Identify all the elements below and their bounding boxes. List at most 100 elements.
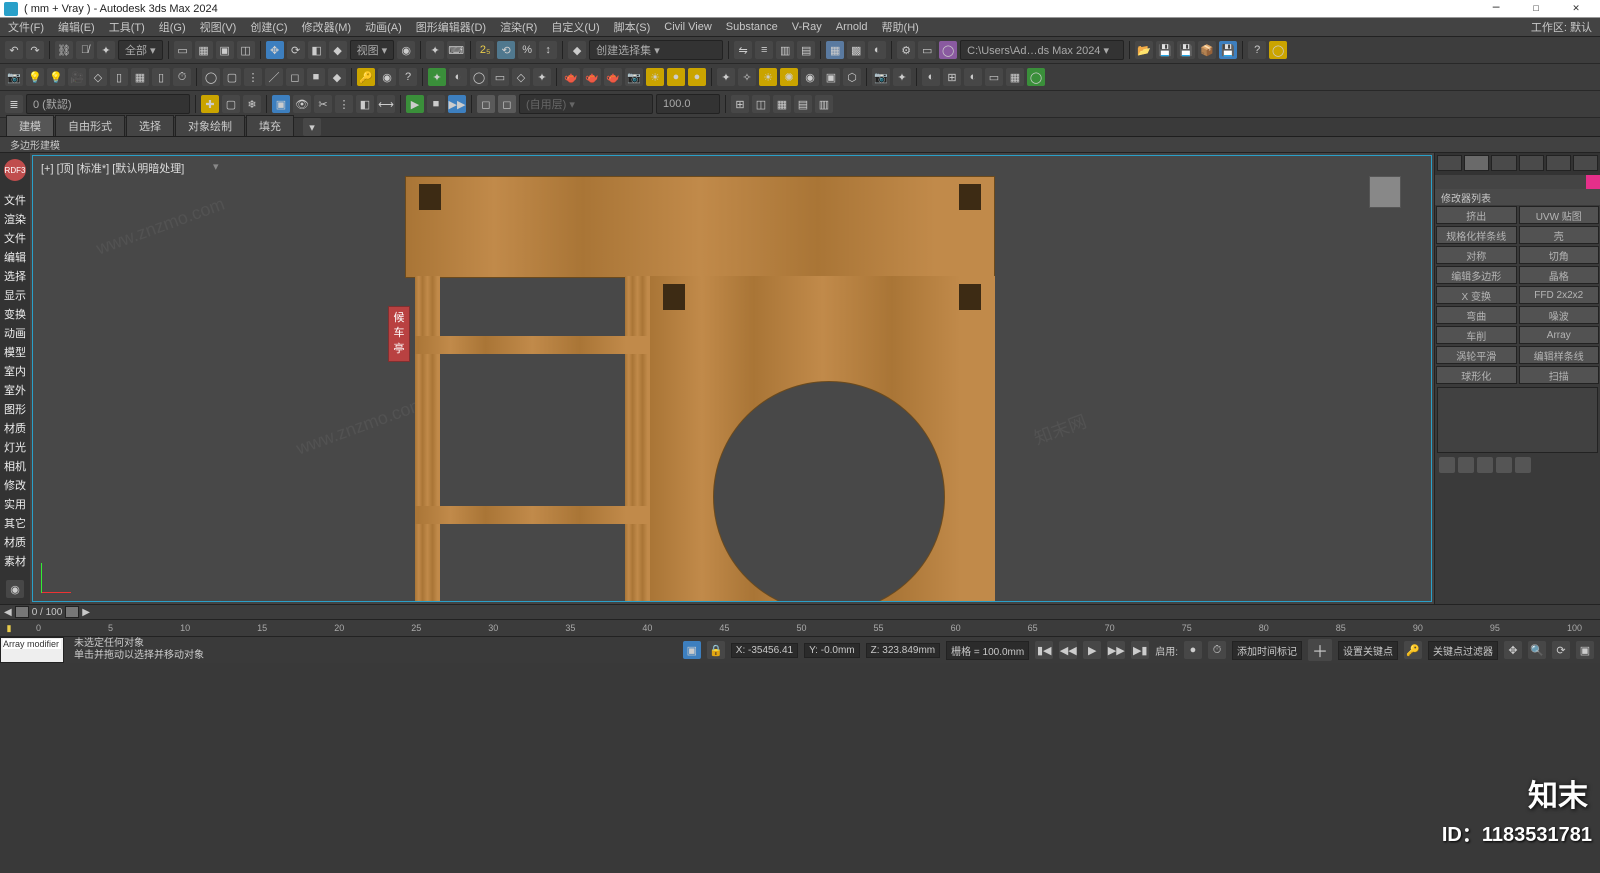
camera-control-icon[interactable]: 🎥 bbox=[68, 68, 86, 86]
cp-tab-display[interactable] bbox=[1546, 155, 1571, 171]
vertex-icon[interactable]: ⋮ bbox=[244, 68, 262, 86]
ref-coord-combo[interactable]: 视图 ▾ bbox=[350, 40, 395, 60]
lt-model[interactable]: 模型 bbox=[4, 344, 26, 360]
ribbon-subtab[interactable]: 多边形建模 bbox=[0, 137, 1600, 153]
lock-selection-button[interactable]: 🔒 bbox=[707, 641, 725, 659]
layer-freeze-button[interactable]: ❄ bbox=[243, 95, 261, 113]
rp-btn-1-0[interactable]: 规格化样条线 bbox=[1436, 226, 1517, 244]
nav-orbit-button[interactable]: ⟳ bbox=[1552, 641, 1570, 659]
curve-editor-button[interactable]: ▦ bbox=[826, 41, 844, 59]
object-color-swatch[interactable] bbox=[1586, 175, 1600, 189]
show-end-result-button[interactable]: ◯ bbox=[202, 68, 220, 86]
render-button[interactable]: ◯ bbox=[939, 41, 957, 59]
prev-key-icon[interactable]: ◀ bbox=[4, 607, 12, 618]
ribbon-expand-button[interactable]: ▾ bbox=[303, 118, 321, 136]
rp-btn-6-0[interactable]: 车削 bbox=[1436, 326, 1517, 344]
mesh-light-icon[interactable]: ◇ bbox=[512, 68, 530, 86]
lt-file[interactable]: 文件 bbox=[4, 192, 26, 208]
close-button[interactable]: ✕ bbox=[1556, 1, 1596, 17]
toggle-ribbon-button[interactable]: ▤ bbox=[797, 41, 815, 59]
lt-shape[interactable]: 图形 bbox=[4, 401, 26, 417]
new-layer-button[interactable]: ✚ bbox=[201, 95, 219, 113]
grid-icon[interactable]: ▦ bbox=[131, 68, 149, 86]
pin-stack-button[interactable] bbox=[1439, 457, 1455, 473]
select-name-button[interactable]: ▦ bbox=[195, 41, 213, 59]
goto-start-button[interactable]: ▮◀ bbox=[1035, 641, 1053, 659]
keyshot-button[interactable]: ⌨ bbox=[447, 41, 465, 59]
timeline-ruler[interactable]: ▮ 0 5 10 15 20 25 30 35 40 45 50 55 60 6… bbox=[0, 619, 1600, 636]
rp-btn-5-1[interactable]: 噪波 bbox=[1519, 306, 1600, 324]
cp-tab-modify[interactable] bbox=[1464, 155, 1489, 171]
vray-env-icon[interactable]: ● bbox=[688, 68, 706, 86]
rp-btn-7-1[interactable]: 编辑样条线 bbox=[1519, 346, 1600, 364]
menu-modifiers[interactable]: 修改器(M) bbox=[302, 19, 352, 35]
extra4-button[interactable]: ▤ bbox=[794, 95, 812, 113]
rp-btn-6-1[interactable]: Array bbox=[1519, 326, 1600, 344]
unhide-button[interactable]: 👁 bbox=[293, 95, 311, 113]
rp-btn-3-0[interactable]: 编辑多边形 bbox=[1436, 266, 1517, 284]
model-desk[interactable] bbox=[405, 176, 995, 602]
help-icon[interactable]: ? bbox=[399, 68, 417, 86]
coord-z[interactable]: Z: 323.849mm bbox=[866, 643, 940, 658]
archive-button[interactable]: 📦 bbox=[1198, 41, 1216, 59]
next-frame-button2[interactable]: ▶▶ bbox=[1107, 641, 1125, 659]
helpers-icon[interactable]: ◇ bbox=[89, 68, 107, 86]
layer-explorer-button[interactable]: ▥ bbox=[776, 41, 794, 59]
select-object-button[interactable]: ▭ bbox=[174, 41, 192, 59]
teapot-normal-icon[interactable]: 🫖 bbox=[562, 68, 580, 86]
viewcube[interactable] bbox=[1369, 176, 1401, 208]
rp-btn-5-0[interactable]: 弯曲 bbox=[1436, 306, 1517, 324]
menu-customize[interactable]: 自定义(U) bbox=[551, 19, 599, 35]
named-selection-combo[interactable]: 创建选择集 ▾ bbox=[589, 40, 723, 60]
nav-pan-button[interactable]: ✥ bbox=[1504, 641, 1522, 659]
minimize-button[interactable]: ─ bbox=[1476, 1, 1516, 17]
clock-icon[interactable]: ⏱ bbox=[173, 68, 191, 86]
layer-combo[interactable]: 0 (默認) bbox=[26, 94, 190, 114]
project-path-combo[interactable]: C:\Users\Ad…ds Max 2024 ▾ bbox=[960, 40, 1124, 60]
next-key-icon[interactable]: ▶ bbox=[82, 607, 90, 618]
bind-button[interactable]: ✦ bbox=[97, 41, 115, 59]
edge-icon[interactable]: ／ bbox=[265, 68, 283, 86]
time-slider-handle[interactable] bbox=[15, 606, 29, 618]
undo-button[interactable]: ↶ bbox=[5, 41, 23, 59]
manip-button[interactable]: ✦ bbox=[426, 41, 444, 59]
key-icon[interactable]: 🔑 bbox=[357, 68, 375, 86]
pivot-button[interactable]: ◉ bbox=[397, 41, 415, 59]
cp-tab-hierarchy[interactable] bbox=[1491, 155, 1516, 171]
rp-btn-0-0[interactable]: 挤出 bbox=[1436, 206, 1517, 224]
lt-select[interactable]: 选择 bbox=[4, 268, 26, 284]
arnold5-icon[interactable]: ◉ bbox=[801, 68, 819, 86]
ribbon-tab-populate[interactable]: 填充 bbox=[246, 115, 294, 136]
open-button[interactable]: 📂 bbox=[1135, 41, 1153, 59]
light-icon[interactable]: 💡 bbox=[26, 68, 44, 86]
goto-end-button[interactable]: ▶▮ bbox=[1131, 641, 1149, 659]
workspace-label[interactable]: 工作区: 默认 bbox=[1531, 19, 1592, 35]
rotate-button[interactable]: ⟳ bbox=[287, 41, 305, 59]
spinner-field[interactable]: 100.0 bbox=[656, 94, 720, 114]
redo-button[interactable]: ↷ bbox=[26, 41, 44, 59]
lt-material[interactable]: 材质 bbox=[4, 420, 26, 436]
ribbon-tab-selection[interactable]: 选择 bbox=[126, 115, 174, 136]
coord-y[interactable]: Y: -0.0mm bbox=[804, 643, 860, 658]
object-name-field[interactable] bbox=[1435, 175, 1586, 189]
set-key-button[interactable]: 设置关键点 bbox=[1338, 641, 1398, 660]
time-slider-handle-r[interactable] bbox=[65, 606, 79, 618]
border-icon[interactable]: ◻ bbox=[286, 68, 304, 86]
chaos-icon[interactable]: ◯ bbox=[1027, 68, 1045, 86]
menu-graph[interactable]: 图形编辑器(D) bbox=[416, 19, 486, 35]
vray-sun-icon[interactable]: ☀ bbox=[646, 68, 664, 86]
help-toggle-button[interactable]: ? bbox=[1248, 41, 1266, 59]
scale-button[interactable]: ◧ bbox=[308, 41, 326, 59]
geo-icon[interactable]: ⬡ bbox=[843, 68, 861, 86]
select-region-button[interactable]: ▣ bbox=[216, 41, 234, 59]
spinner-snap-button[interactable]: ↕ bbox=[539, 41, 557, 59]
sphere-render-icon[interactable]: ◐ bbox=[922, 68, 940, 86]
menu-civil[interactable]: Civil View bbox=[664, 21, 711, 33]
angle-snap-button[interactable]: ⟲ bbox=[497, 41, 515, 59]
autokey-icon[interactable]: ◉ bbox=[378, 68, 396, 86]
lt-modify[interactable]: 修改 bbox=[4, 477, 26, 493]
frame-buffer-icon[interactable]: ▭ bbox=[985, 68, 1003, 86]
teapot-green-icon[interactable]: 🫖 bbox=[604, 68, 622, 86]
rp-btn-8-1[interactable]: 扫描 bbox=[1519, 366, 1600, 384]
prev-frame-button[interactable]: ◀◀ bbox=[1059, 641, 1077, 659]
